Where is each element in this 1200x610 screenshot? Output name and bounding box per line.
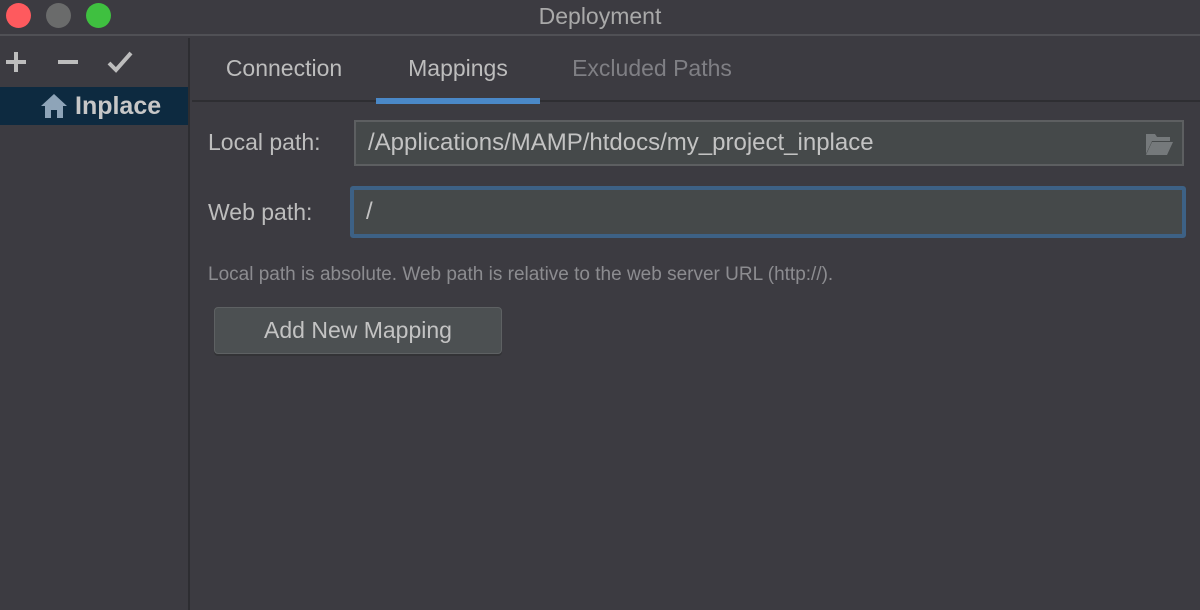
tab-connection[interactable]: Connection xyxy=(202,38,366,102)
sidebar-toolbar xyxy=(0,38,188,86)
add-new-mapping-button[interactable]: Add New Mapping xyxy=(214,307,502,354)
server-item-inplace[interactable]: Inplace xyxy=(0,87,188,125)
web-path-label: Web path: xyxy=(208,199,313,225)
local-path-value: /Applications/MAMP/htdocs/my_project_inp… xyxy=(368,129,874,156)
server-item-label: Inplace xyxy=(75,91,162,120)
plus-icon xyxy=(6,52,26,72)
folder-open-icon xyxy=(1146,134,1173,155)
window-title: Deployment xyxy=(538,3,662,29)
mapping-hint-text: Local path is absolute. Web path is rela… xyxy=(208,264,834,285)
web-path-value: / xyxy=(366,198,373,225)
local-path-label: Local path: xyxy=(208,129,321,155)
title-bar: Deployment xyxy=(0,0,1200,36)
home-icon xyxy=(41,94,67,118)
tab-bar: Connection Mappings Excluded Paths xyxy=(192,38,1200,104)
server-list-panel: Inplace xyxy=(0,38,190,610)
web-path-field[interactable]: / xyxy=(350,186,1186,238)
tab-mappings[interactable]: Mappings xyxy=(376,38,540,104)
remove-server-button[interactable] xyxy=(52,46,84,78)
local-path-field[interactable]: /Applications/MAMP/htdocs/my_project_inp… xyxy=(354,120,1184,166)
browse-button[interactable] xyxy=(1144,130,1174,158)
minus-icon xyxy=(58,60,78,64)
add-server-button[interactable] xyxy=(0,46,32,78)
settings-panel: Connection Mappings Excluded Paths Local… xyxy=(192,38,1200,610)
set-default-button[interactable] xyxy=(104,46,136,78)
tab-excluded-paths[interactable]: Excluded Paths xyxy=(552,38,752,102)
check-icon xyxy=(107,51,133,73)
